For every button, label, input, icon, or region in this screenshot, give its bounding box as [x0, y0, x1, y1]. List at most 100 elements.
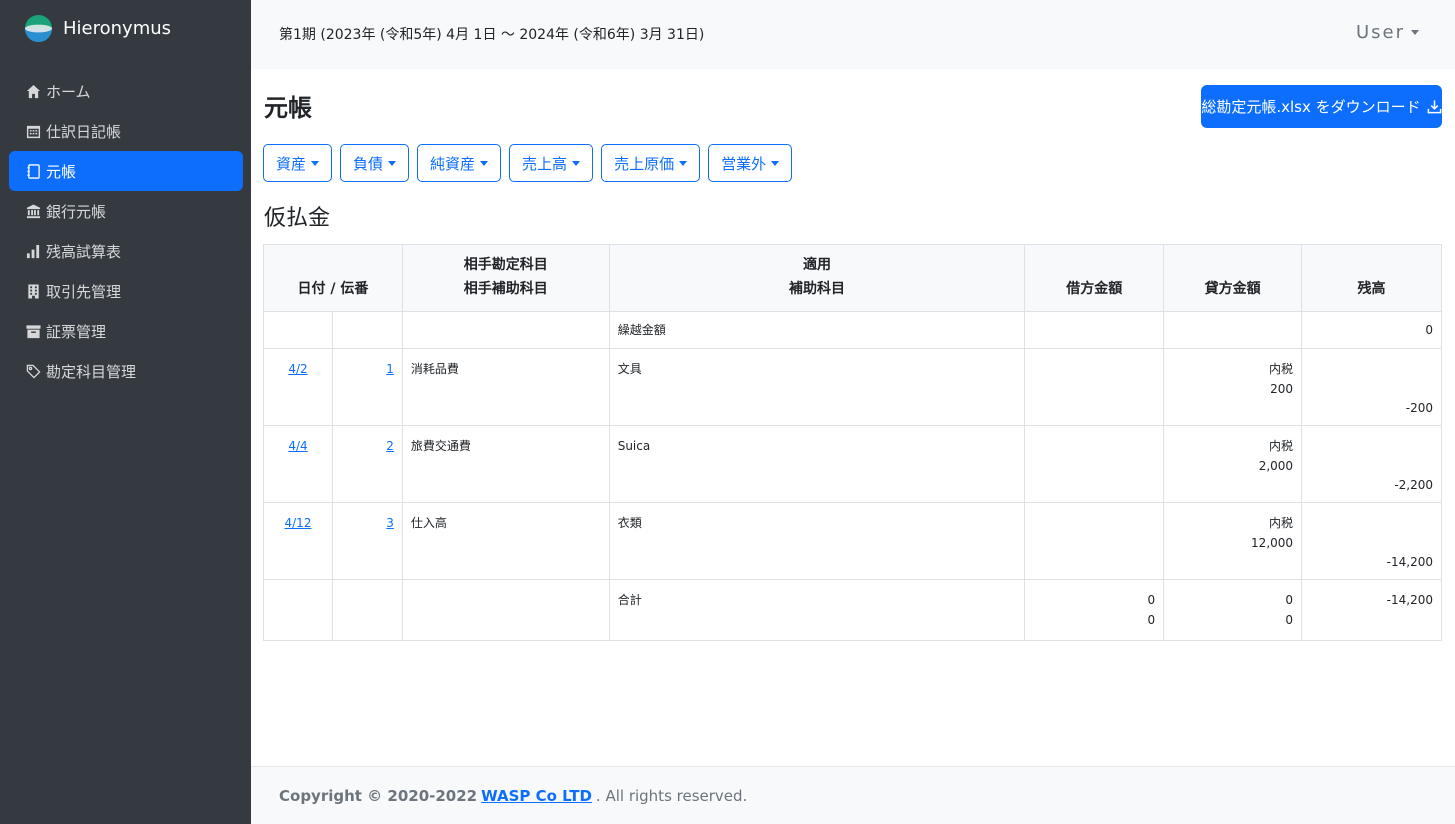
cell: [401, 579, 610, 641]
cell: [1024, 311, 1165, 349]
sidebar-item-accounts[interactable]: 勘定科目管理: [9, 351, 243, 391]
voucher-link[interactable]: 3: [386, 516, 394, 530]
top-bar: 第1期 (2023年 (令和5年) 4月 1日 〜 2024年 (令和6年) 3…: [251, 0, 1455, 69]
credit-cell: 内税 2,000: [1163, 425, 1303, 503]
credit-cell: 内税 200: [1163, 348, 1303, 426]
cell: [331, 311, 403, 349]
header-balance: 残高: [1301, 244, 1442, 312]
voucher-cell: 3: [331, 502, 403, 580]
sidebar-item-trial-balance[interactable]: 残高試算表: [9, 231, 243, 271]
journal-icon: [25, 163, 41, 179]
sidebar-item-label: 銀行元帳: [46, 202, 107, 221]
calendar-icon: [25, 123, 41, 139]
account-category-buttons: 資産 負債 純資産 売上高 売上原価 営業外: [263, 144, 793, 182]
category-dropdown-assets[interactable]: 資産: [263, 144, 333, 182]
caret-down-icon: [679, 160, 688, 166]
bar-chart-icon: [25, 243, 41, 259]
balance-cell: -14,200: [1301, 502, 1442, 580]
category-label: 負債: [353, 154, 384, 173]
caret-down-icon: [480, 160, 489, 166]
category-label: 売上高: [522, 154, 568, 173]
table-row: 4/2 1 消耗品費 文具 内税 200 -200: [263, 348, 1442, 426]
category-dropdown-non-operating[interactable]: 営業外: [708, 144, 793, 182]
cell: [331, 579, 403, 641]
home-icon: [25, 83, 41, 99]
brand[interactable]: Hieronymus: [24, 10, 171, 46]
total-row: 合計 00 00 -14,200: [263, 579, 1442, 641]
caret-down-icon: [771, 160, 780, 166]
date-link[interactable]: 4/4: [288, 439, 307, 453]
table-row: 4/12 3 仕入高 衣類 内税 12,000 -14,200: [263, 502, 1442, 580]
rights-text: . All rights reserved.: [595, 786, 748, 805]
table-header-row: 日付 / 伝番 相手勘定科目 相手補助科目 適用 補助科目 借方金額 貸方金額 残高: [263, 244, 1442, 312]
bank-icon: [25, 203, 41, 219]
sidebar-item-label: 残高試算表: [46, 242, 122, 261]
debit-cell: [1024, 425, 1165, 503]
download-label: 総勘定元帳.xlsx をダウンロード: [1201, 98, 1421, 116]
archive-icon: [25, 323, 41, 339]
category-label: 売上原価: [614, 154, 675, 173]
category-dropdown-equity[interactable]: 純資産: [417, 144, 502, 182]
caret-down-icon: [388, 160, 397, 166]
counter-account-cell: 仕入高: [401, 502, 610, 580]
category-dropdown-liabilities[interactable]: 負債: [340, 144, 410, 182]
table-row: 4/4 2 旅費交通費 Suica 内税 2,000 -2,200: [263, 425, 1442, 503]
sidebar-item-bank-ledger[interactable]: 銀行元帳: [9, 191, 243, 231]
sidebar-item-label: 元帳: [46, 162, 77, 181]
company-link[interactable]: WASP Co LTD: [481, 787, 592, 805]
sidebar-item-home[interactable]: ホーム: [9, 71, 243, 111]
caret-down-icon: [311, 160, 320, 166]
sidebar-item-label: 勘定科目管理: [46, 362, 137, 381]
voucher-cell: 2: [331, 425, 403, 503]
sidebar-nav: ホーム 仕訳日記帳 元帳 銀行元帳 残高試算表 取引先管理 証票管理 勘定科目管…: [9, 71, 243, 391]
sidebar-item-label: 証票管理: [46, 322, 107, 341]
debit-cell: [1024, 348, 1165, 426]
sidebar-item-journal[interactable]: 仕訳日記帳: [9, 111, 243, 151]
user-name: User: [1355, 22, 1405, 43]
header-date-no: 日付 / 伝番: [263, 244, 403, 312]
category-dropdown-cost-of-sales[interactable]: 売上原価: [601, 144, 701, 182]
voucher-link[interactable]: 1: [386, 362, 394, 376]
fiscal-period: 第1期 (2023年 (令和5年) 4月 1日 〜 2024年 (令和6年) 3…: [279, 27, 705, 43]
brand-name: Hieronymus: [63, 17, 172, 39]
footer: Copyright © 2020-2022 WASP Co LTD . All …: [251, 766, 1455, 824]
header-summary: 適用 補助科目: [608, 244, 1026, 312]
opening-balance: 0: [1301, 311, 1442, 349]
user-menu[interactable]: User: [1356, 22, 1419, 43]
cell: [1163, 311, 1303, 349]
date-link[interactable]: 4/12: [285, 516, 312, 530]
download-icon: [1427, 100, 1441, 114]
account-title: 仮払金: [264, 206, 331, 231]
summary-cell: 文具: [608, 348, 1026, 426]
balance-cell: -200: [1301, 348, 1442, 426]
sidebar-item-label: 取引先管理: [46, 282, 122, 301]
header-debit: 借方金額: [1024, 244, 1165, 312]
caret-down-icon: [1411, 30, 1419, 35]
copyright-text: Copyright © 2020-2022: [279, 786, 478, 805]
cell: [263, 311, 333, 349]
date-link[interactable]: 4/2: [288, 362, 307, 376]
sidebar-item-ledger[interactable]: 元帳: [9, 151, 243, 191]
caret-down-icon: [572, 160, 581, 166]
date-cell: 4/12: [263, 502, 333, 580]
credit-cell: 内税 12,000: [1163, 502, 1303, 580]
download-ledger-button[interactable]: 総勘定元帳.xlsx をダウンロード: [1201, 85, 1442, 128]
debit-cell: [1024, 502, 1165, 580]
sidebar-item-partners[interactable]: 取引先管理: [9, 271, 243, 311]
total-debit: 00: [1024, 579, 1165, 641]
balance-cell: -2,200: [1301, 425, 1442, 503]
category-label: 資産: [276, 154, 307, 173]
category-dropdown-sales[interactable]: 売上高: [509, 144, 594, 182]
summary-cell: 衣類: [608, 502, 1026, 580]
cell: [263, 579, 333, 641]
sidebar: Hieronymus ホーム 仕訳日記帳 元帳 銀行元帳 残高試算表 取引先管理…: [0, 0, 251, 824]
opening-balance-row: 繰越金額 0: [263, 311, 1442, 349]
sidebar-item-vouchers[interactable]: 証票管理: [9, 311, 243, 351]
total-balance: -14,200: [1301, 579, 1442, 641]
category-label: 営業外: [721, 154, 767, 173]
counter-account-cell: 旅費交通費: [401, 425, 610, 503]
counter-account-cell: 消耗品費: [401, 348, 610, 426]
header-counter-account: 相手勘定科目 相手補助科目: [401, 244, 610, 312]
header-credit: 貸方金額: [1163, 244, 1303, 312]
voucher-link[interactable]: 2: [386, 439, 394, 453]
